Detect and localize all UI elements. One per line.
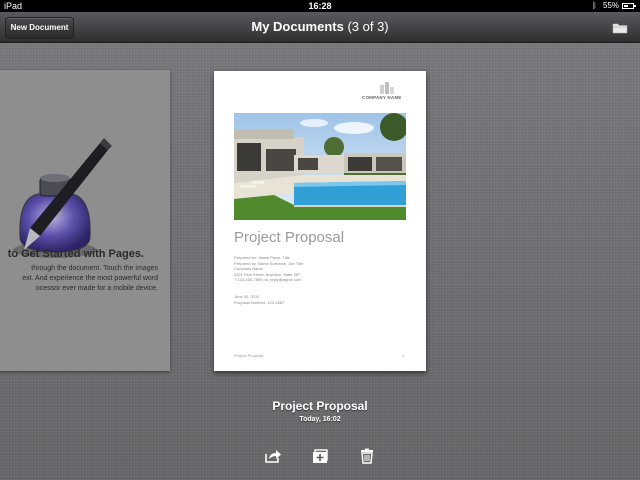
selected-document-name[interactable]: Project Proposal [0,399,640,413]
page-number: 1 [402,353,405,358]
document-date-block: June 30, 2010 Proposal Number: 123-4567 [234,294,284,305]
toolbar: New Document My Documents (3 of 3) [0,12,640,43]
document-footer: Project Proposal [234,353,264,358]
page-title: My Documents (3 of 3) [0,12,640,42]
document-card-project-proposal[interactable]: COMPANY NAME Project Proposal Prepared f… [214,71,426,371]
company-logo-icon [379,81,395,94]
meta-line: T 123-456-7890 no_reply@apple.com [234,277,302,282]
bluetooth-icon: ᛒ [592,1,597,10]
left-card-line: through the document. Touch the images [31,265,158,272]
battery-percent: 55% [603,1,620,10]
left-card-line: ext. And experience the most powerful wo… [22,275,158,282]
document-count: (3 of 3) [347,19,389,34]
pages-logo-icon [0,128,120,268]
document-title: Project Proposal [234,229,345,246]
title-text: My Documents [251,19,344,34]
date-line: Proposal Number: 123-4567 [234,299,285,305]
battery-icon [622,3,636,9]
left-card-body: through the document. Touch the images e… [0,264,158,294]
house-photo [234,113,408,220]
status-bar: iPad 16:28 ᛒ 55% [0,0,640,12]
trash-icon[interactable] [358,448,376,464]
left-card-line: ocessor ever made for a mobile device. [35,285,158,292]
left-card-heading: to Get Started with Pages. [7,248,144,260]
document-card-getting-started[interactable]: to Get Started with Pages. through the d… [0,70,170,371]
duplicate-icon[interactable] [312,448,330,464]
document-meta: Prepared for: Name Place, Title Prepared… [234,255,303,283]
company-name: COMPANY NAME [362,95,402,100]
clock: 16:28 [308,1,332,11]
folder-icon[interactable] [612,21,628,34]
selected-document-date: Today, 16:02 [299,416,341,423]
share-icon[interactable] [264,448,282,464]
